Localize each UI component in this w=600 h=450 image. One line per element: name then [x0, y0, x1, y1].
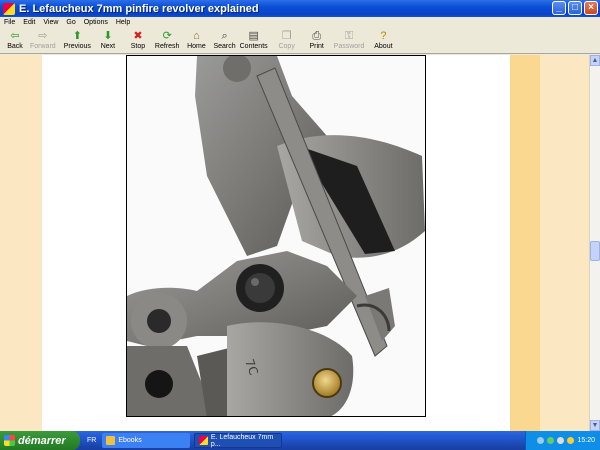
language-indicator[interactable]: FR	[87, 437, 96, 444]
system-tray: 15:20	[525, 431, 600, 450]
stop-icon: ✖	[133, 30, 143, 42]
menu-bar: File Edit View Go Options Help	[0, 17, 600, 28]
document-view: 7C	[0, 55, 589, 431]
printer-icon: ⎙	[312, 30, 322, 42]
scroll-up-arrow-icon[interactable]: ▲	[590, 55, 600, 66]
menu-go[interactable]: Go	[66, 19, 75, 26]
back-button[interactable]: ⇦ Back	[4, 29, 26, 54]
menu-options[interactable]: Options	[84, 19, 108, 26]
revolver-mechanism-photo: 7C	[126, 55, 426, 417]
print-button[interactable]: ⎙ Print	[306, 29, 328, 54]
back-arrow-icon: ⇦	[10, 30, 20, 42]
windows-logo-icon	[4, 435, 15, 446]
toolbar-button-label: Refresh	[154, 43, 180, 50]
search-button[interactable]: ⌕ Search	[213, 29, 235, 54]
app-icon	[199, 436, 208, 445]
window-title: E. Lefaucheux 7mm pinfire revolver expla…	[19, 2, 259, 15]
maximize-button[interactable]: □	[568, 1, 582, 15]
contents-book-icon: ▤	[248, 30, 259, 42]
toolbar-button-label: Previous	[63, 43, 91, 50]
toolbar-button-label: Home	[187, 43, 206, 50]
copy-button[interactable]: ❐ Copy	[276, 29, 298, 54]
refresh-icon: ⟳	[162, 30, 172, 42]
taskbar-button-label: E. Lefaucheux 7mm p...	[210, 433, 274, 448]
next-button[interactable]: ⬇ Next	[97, 29, 119, 54]
about-button[interactable]: ? About	[372, 29, 394, 54]
close-button[interactable]: ×	[584, 1, 598, 15]
vertical-scrollbar[interactable]: ▲ ▼	[589, 55, 600, 431]
toolbar-button-label: Contents	[239, 43, 268, 50]
toolbar-button-label: Copy	[278, 43, 295, 50]
taskbar: démarrer FR Ebooks E. Lefaucheux 7mm p..…	[0, 431, 600, 450]
toolbar-button-label: Back	[7, 43, 23, 50]
taskbar-button-label: Ebooks	[118, 437, 142, 444]
window-controls: _ □ ×	[552, 1, 598, 15]
home-icon: ⌂	[193, 30, 200, 42]
question-icon: ?	[380, 30, 387, 42]
toolbar-button-label: Stop	[130, 43, 146, 50]
start-button[interactable]: démarrer	[0, 431, 80, 450]
app-icon	[3, 2, 15, 15]
forward-button[interactable]: ⇨ Forward	[30, 29, 56, 54]
security-icon[interactable]	[547, 437, 555, 444]
network-icon[interactable]	[537, 437, 545, 444]
refresh-button[interactable]: ⟳ Refresh	[155, 29, 180, 54]
toolbar: ⇦ Back ⇨ Forward ⬆ Previous ⬇ Next ✖ Stop ⟳ Refresh…	[0, 29, 600, 54]
taskbar-button-active-window[interactable]: E. Lefaucheux 7mm p...	[194, 433, 283, 448]
copy-icon: ❐	[281, 30, 292, 42]
menu-file[interactable]: File	[4, 19, 15, 26]
previous-button[interactable]: ⬆ Previous	[64, 29, 91, 54]
volume-icon[interactable]	[557, 437, 565, 444]
scroll-down-arrow-icon[interactable]: ▼	[590, 420, 600, 431]
scrollbar-thumb[interactable]	[590, 241, 600, 261]
taskbar-button-ebooks[interactable]: Ebooks	[102, 433, 191, 448]
minimize-button[interactable]: _	[552, 1, 566, 15]
menu-view[interactable]: View	[43, 19, 58, 26]
down-arrow-icon: ⬇	[103, 30, 113, 42]
folder-icon	[106, 436, 116, 445]
toolbar-button-label: About	[374, 43, 393, 50]
key-icon: ⚿	[344, 30, 354, 42]
toolbar-button-label: Print	[309, 43, 324, 50]
window-titlebar: E. Lefaucheux 7mm pinfire revolver expla…	[0, 0, 600, 17]
left-margin-band	[0, 55, 42, 431]
up-arrow-icon: ⬆	[72, 30, 82, 42]
toolbar-button-label: Search	[213, 43, 236, 50]
revolver-photo-drawing: 7C	[127, 56, 425, 416]
search-icon: ⌕	[221, 30, 228, 42]
toolbar-button-label: Password	[333, 43, 365, 50]
right-accent-band	[510, 55, 540, 431]
menu-edit[interactable]: Edit	[23, 19, 35, 26]
toolbar-button-label: Forward	[30, 43, 56, 50]
start-label: démarrer	[18, 434, 66, 447]
right-margin-band	[540, 55, 589, 431]
menu-help[interactable]: Help	[116, 19, 130, 26]
forward-arrow-icon: ⇨	[38, 30, 48, 42]
contents-button[interactable]: ▤ Contents	[240, 29, 268, 54]
messenger-icon[interactable]	[567, 437, 575, 444]
home-button[interactable]: ⌂ Home	[185, 29, 207, 54]
stop-button[interactable]: ✖ Stop	[127, 29, 149, 54]
password-button[interactable]: ⚿ Password	[334, 29, 365, 54]
clock: 15:20	[577, 437, 595, 444]
toolbar-button-label: Next	[100, 43, 116, 50]
